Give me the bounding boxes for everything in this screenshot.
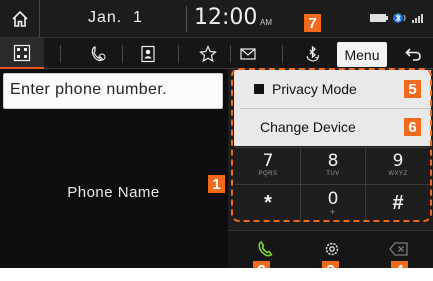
tab-messages[interactable]: [228, 38, 268, 69]
tab-dialpad[interactable]: [0, 38, 44, 69]
tab-divider: [60, 45, 61, 63]
status-month: Jan.: [88, 9, 123, 26]
callout-5: 5: [404, 80, 421, 98]
battery-icon: [370, 14, 388, 22]
tab-divider: [282, 45, 283, 63]
phone-screen: Jan. 1 12:00 AM Menu Enter phone number.…: [0, 0, 433, 268]
callout-1: 1: [208, 175, 225, 193]
back-button[interactable]: [395, 38, 431, 69]
status-icons: [370, 13, 423, 23]
messages-icon: [240, 47, 256, 60]
phone-number-input[interactable]: Enter phone number.: [3, 73, 223, 109]
backspace-icon: [389, 242, 408, 256]
tab-recent-calls[interactable]: [78, 38, 118, 69]
connected-phone-name: Phone Name: [67, 184, 160, 201]
callout-2: 2: [253, 261, 270, 268]
settings-gear-icon: [325, 242, 339, 256]
tab-bluetooth-connect[interactable]: [293, 38, 333, 69]
tab-divider: [178, 45, 179, 63]
status-time: 12:00: [194, 5, 258, 30]
keypad-highlight-frame: [231, 68, 432, 222]
home-icon: [11, 10, 28, 27]
callout-6: 6: [404, 118, 421, 136]
favorites-star-icon: [199, 44, 217, 62]
callout-3: 3: [322, 261, 339, 268]
callout-7: 7: [304, 14, 321, 32]
callout-4: 4: [391, 261, 408, 268]
status-bar: Jan. 1 12:00 AM: [0, 0, 433, 38]
bluetooth-icon: [393, 13, 406, 23]
recent-calls-icon: [91, 45, 106, 61]
tab-bar: Menu: [0, 38, 433, 69]
contacts-icon: [141, 45, 155, 62]
home-button[interactable]: [0, 0, 40, 38]
call-icon: [258, 240, 273, 257]
dialpad-icon: [13, 44, 31, 61]
tab-contacts[interactable]: [128, 38, 168, 69]
status-day: 1: [133, 9, 142, 26]
tab-favorites[interactable]: [188, 38, 228, 69]
status-divider: [186, 6, 187, 32]
signal-icon: [412, 14, 423, 23]
menu-button[interactable]: Menu: [337, 42, 387, 67]
bluetooth-connect-icon: [306, 45, 320, 61]
status-ampm: AM: [260, 18, 272, 27]
tab-divider: [122, 45, 123, 63]
back-arrow-icon: [405, 47, 421, 61]
